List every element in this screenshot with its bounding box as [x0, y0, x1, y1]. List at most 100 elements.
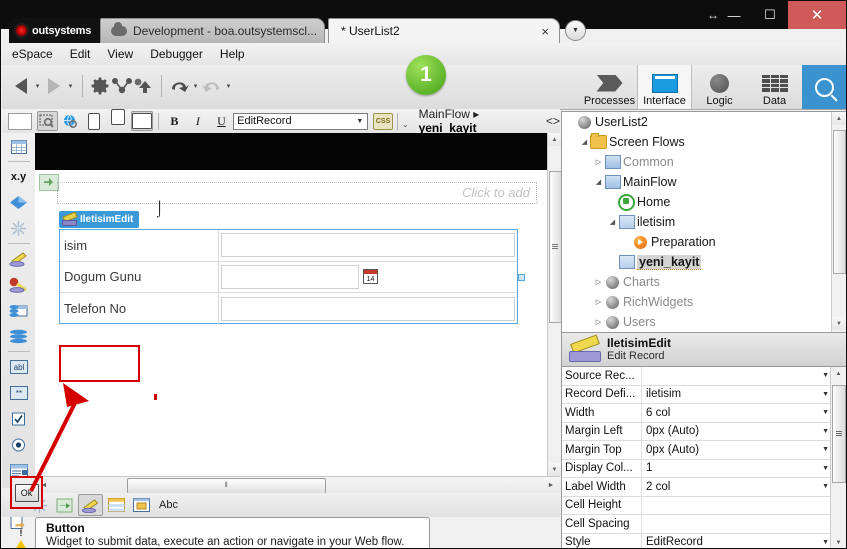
table-records-icon[interactable] — [6, 298, 31, 323]
radio-button-icon[interactable] — [6, 432, 31, 457]
scroll-thumb[interactable]: ⦀ — [127, 478, 326, 494]
publish-icon[interactable] — [53, 495, 76, 515]
tab-processes[interactable]: Processes — [582, 65, 637, 109]
label-abl-icon[interactable]: abl — [6, 354, 31, 379]
list-records-icon[interactable] — [6, 324, 31, 349]
expander-icon[interactable]: ▷ — [593, 318, 604, 326]
collapse-toolbar-icon[interactable]: ⌄ — [402, 120, 409, 129]
forward-icon[interactable] — [43, 73, 65, 99]
properties-grid[interactable]: Source Rec... ▼ Record Defi... iletisim ▼ Wid… — [561, 367, 846, 548]
diamond-icon[interactable] — [6, 190, 31, 215]
field-value-cell[interactable] — [219, 293, 517, 325]
chevron-down-icon[interactable]: ▼ — [822, 539, 829, 546]
forward-dropdown-icon[interactable]: ▾ — [65, 82, 76, 90]
menu-item-help[interactable]: Help — [220, 47, 245, 61]
widget-name-badge[interactable]: IletisimEdit — [59, 211, 140, 228]
scroll-down-icon[interactable]: ▼ — [548, 463, 561, 476]
close-icon[interactable]: × — [541, 24, 549, 39]
property-value[interactable] — [642, 497, 846, 515]
css-button[interactable]: CSS — [373, 112, 393, 130]
espace-tree-panel[interactable]: UserList2 ◢ Screen Flows ▷ Common ◢ MainFlow Ho… — [561, 111, 846, 333]
snowflake-icon[interactable] — [6, 216, 31, 241]
property-row[interactable]: Margin Top 0px (Auto) ▼ — [562, 441, 846, 460]
scroll-right-icon[interactable]: ► — [544, 478, 558, 493]
tree-node-richwidgets[interactable]: ▷ RichWidgets — [562, 292, 846, 312]
tree-node-common[interactable]: ▷ Common — [562, 152, 846, 172]
chevron-down-icon[interactable]: ▼ — [822, 465, 829, 472]
tree-node-users[interactable]: ▷ Users — [562, 312, 846, 332]
telefon-no-input[interactable] — [221, 296, 515, 321]
button-widget-tool[interactable]: Ok — [10, 476, 43, 509]
undo-icon[interactable] — [168, 73, 190, 99]
canvas-vertical-scrollbar[interactable]: ▲ ▼ — [547, 133, 562, 476]
code-view-icon[interactable]: <> — [546, 114, 560, 128]
property-row[interactable]: Margin Left 0px (Auto) ▼ — [562, 422, 846, 441]
expander-icon[interactable]: ◢ — [593, 178, 604, 186]
tab-development-environment[interactable]: Development - boa.outsystemscl... — [100, 18, 325, 43]
tree-node-mainflow[interactable]: ◢ MainFlow — [562, 172, 846, 192]
checkbox-icon[interactable] — [6, 406, 31, 431]
menu-item-view[interactable]: View — [107, 47, 133, 61]
property-row[interactable]: Cell Spacing — [562, 515, 846, 534]
search-icon[interactable] — [802, 65, 846, 109]
scroll-thumb[interactable] — [832, 385, 846, 483]
back-icon[interactable] — [10, 73, 32, 99]
chevron-down-icon[interactable]: ▼ — [822, 483, 829, 490]
expander-icon[interactable]: ◢ — [579, 138, 590, 146]
table-row[interactable]: Dogum Gunu 14 — [60, 261, 517, 294]
property-row[interactable]: Style EditRecord ▼ — [562, 533, 846, 548]
debug-flow-icon[interactable] — [111, 73, 133, 99]
phone-preview-icon[interactable] — [84, 111, 106, 131]
tab-data[interactable]: Data — [747, 65, 802, 109]
tab-interface[interactable]: Interface — [637, 65, 692, 109]
property-row[interactable]: Width 6 col ▼ — [562, 404, 846, 423]
style-class-select[interactable]: EditRecord ▼ — [233, 112, 369, 130]
menu-item-edit[interactable]: Edit — [70, 47, 91, 61]
paint-record-icon[interactable] — [6, 272, 31, 297]
tab-userlist2[interactable]: * UserList2 × — [328, 18, 560, 43]
tab-logic[interactable]: Logic — [692, 65, 747, 109]
tree-node-charts[interactable]: ▷ Charts — [562, 272, 846, 292]
scroll-down-icon[interactable]: ▼ — [832, 317, 846, 330]
property-value[interactable]: 0px (Auto) ▼ — [642, 423, 846, 441]
tree-node-home[interactable]: Home — [562, 192, 846, 212]
breadcrumb-parent[interactable]: MainFlow — [419, 107, 470, 121]
chevron-down-icon[interactable]: ▼ — [822, 428, 829, 435]
dogum-gunu-input[interactable] — [221, 264, 359, 289]
scroll-thumb[interactable] — [833, 130, 846, 274]
property-row[interactable]: Display Col... 1 ▼ — [562, 459, 846, 478]
property-value[interactable]: 2 col ▼ — [642, 478, 846, 496]
scroll-up-icon[interactable]: ▲ — [548, 133, 561, 146]
italic-button[interactable]: I — [187, 111, 209, 131]
scroll-up-icon[interactable]: ▲ — [832, 112, 846, 125]
table-icon[interactable] — [105, 495, 128, 515]
gear-icon[interactable] — [89, 73, 111, 99]
table-row[interactable]: isim — [60, 230, 517, 262]
scroll-down-icon[interactable]: ▼ — [831, 536, 846, 548]
resize-handle[interactable] — [518, 274, 525, 281]
chevron-down-icon[interactable]: ▼ — [822, 409, 829, 416]
redo-icon[interactable] — [201, 73, 223, 99]
tablet-preview-icon[interactable] — [107, 109, 129, 131]
back-dropdown-icon[interactable]: ▾ — [32, 82, 43, 90]
tree-vertical-scrollbar[interactable]: ▲ ▼ — [831, 112, 846, 332]
color-swatch[interactable] — [8, 112, 32, 130]
property-value[interactable]: 1 ▼ — [642, 460, 846, 478]
publish-icon[interactable] — [133, 73, 155, 99]
property-row[interactable]: Record Defi... iletisim ▼ — [562, 385, 846, 404]
tree-node-screen-flows[interactable]: ◢ Screen Flows — [562, 132, 846, 152]
text-widget-label[interactable]: Abc — [159, 499, 178, 511]
properties-vertical-scrollbar[interactable]: ▲ ▼ — [830, 367, 846, 548]
expander-icon[interactable]: ▷ — [593, 298, 604, 306]
property-row[interactable]: Label Width 2 col ▼ — [562, 478, 846, 497]
bold-button[interactable]: B — [164, 111, 186, 131]
scroll-up-icon[interactable]: ▲ — [831, 367, 846, 380]
property-value[interactable]: ▼ — [642, 367, 846, 385]
expander-icon[interactable]: ◢ — [607, 218, 618, 226]
pencil-edit-record-icon[interactable] — [6, 246, 31, 271]
chevron-down-icon[interactable]: ▼ — [822, 446, 829, 453]
undo-dropdown-icon[interactable]: ▾ — [190, 82, 201, 90]
property-value[interactable]: 0px (Auto) ▼ — [642, 441, 846, 459]
chevron-down-icon[interactable]: ▼ — [822, 372, 829, 379]
globe-preview-icon[interactable] — [60, 111, 82, 131]
